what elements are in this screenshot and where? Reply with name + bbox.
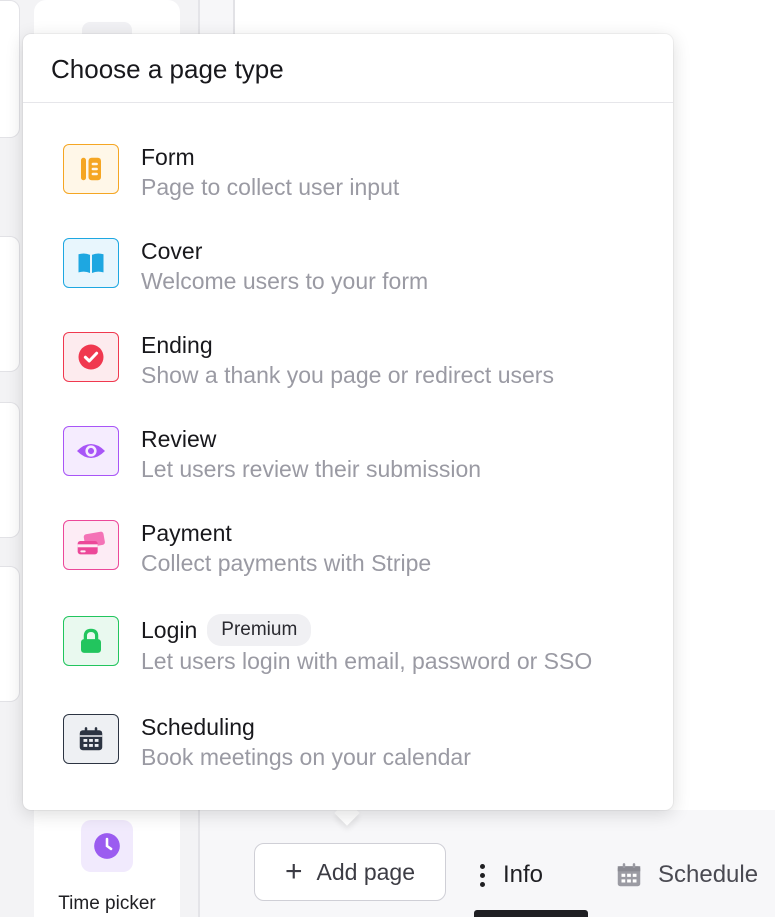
option-title: Form	[141, 144, 195, 170]
popover-title: Choose a page type	[51, 54, 284, 84]
time-picker-block[interactable]	[81, 820, 133, 872]
eye-icon	[63, 426, 119, 476]
option-description: Welcome users to your form	[141, 268, 429, 294]
active-tab-indicator	[474, 910, 588, 917]
time-picker-label: Time picker	[58, 893, 156, 914]
option-title: Login	[141, 617, 198, 643]
option-description: Page to collect user input	[141, 174, 400, 200]
page-type-login[interactable]: Login Premium Let users login with email…	[63, 614, 663, 696]
option-title: Scheduling	[141, 714, 255, 740]
tab-schedule-label: Schedule	[658, 861, 759, 888]
calendar-icon	[617, 863, 641, 887]
book-icon	[63, 238, 119, 288]
rail-card[interactable]	[0, 236, 20, 372]
page-type-popover: Choose a page type Form Page to collect …	[23, 34, 673, 810]
lock-icon	[63, 616, 119, 666]
option-description: Show a thank you page or redirect users	[141, 362, 554, 388]
plus-icon: +	[284, 855, 303, 888]
option-title: Cover	[141, 238, 203, 264]
clock-icon	[94, 833, 120, 859]
check-circle-icon	[63, 332, 119, 382]
option-description: Collect payments with Stripe	[141, 550, 432, 576]
rail-card[interactable]	[0, 0, 20, 138]
page-type-payment[interactable]: Payment Collect payments with Stripe	[63, 520, 663, 600]
option-title: Ending	[141, 332, 213, 358]
add-page-button[interactable]: + Add page	[254, 843, 446, 901]
tab-schedule[interactable]: Schedule	[614, 857, 758, 893]
rail-card[interactable]	[0, 566, 20, 702]
option-description: Let users login with email, password or …	[141, 648, 593, 674]
credit-card-icon	[63, 520, 119, 570]
premium-badge: Premium	[207, 614, 312, 646]
option-title-row: Login Premium	[141, 614, 592, 646]
page-type-scheduling[interactable]: Scheduling Book meetings on your calenda…	[63, 714, 663, 794]
form-icon	[63, 144, 119, 194]
tab-info-label: Info	[503, 861, 544, 888]
rail-card[interactable]	[0, 402, 20, 538]
page-type-cover[interactable]: Cover Welcome users to your form	[63, 238, 663, 318]
option-title: Review	[141, 426, 217, 452]
calendar-icon	[63, 714, 119, 764]
more-vertical-icon	[480, 863, 485, 887]
tab-info[interactable]: Info	[480, 855, 543, 895]
page-type-ending[interactable]: Ending Show a thank you page or redirect…	[63, 332, 663, 412]
option-description: Book meetings on your calendar	[141, 744, 471, 770]
page-type-form[interactable]: Form Page to collect user input	[63, 144, 663, 224]
option-title: Payment	[141, 520, 232, 546]
page-type-review[interactable]: Review Let users review their submission	[63, 426, 663, 506]
popover-header: Choose a page type	[23, 34, 673, 103]
add-page-label: Add page	[316, 858, 415, 885]
option-description: Let users review their submission	[141, 456, 482, 482]
